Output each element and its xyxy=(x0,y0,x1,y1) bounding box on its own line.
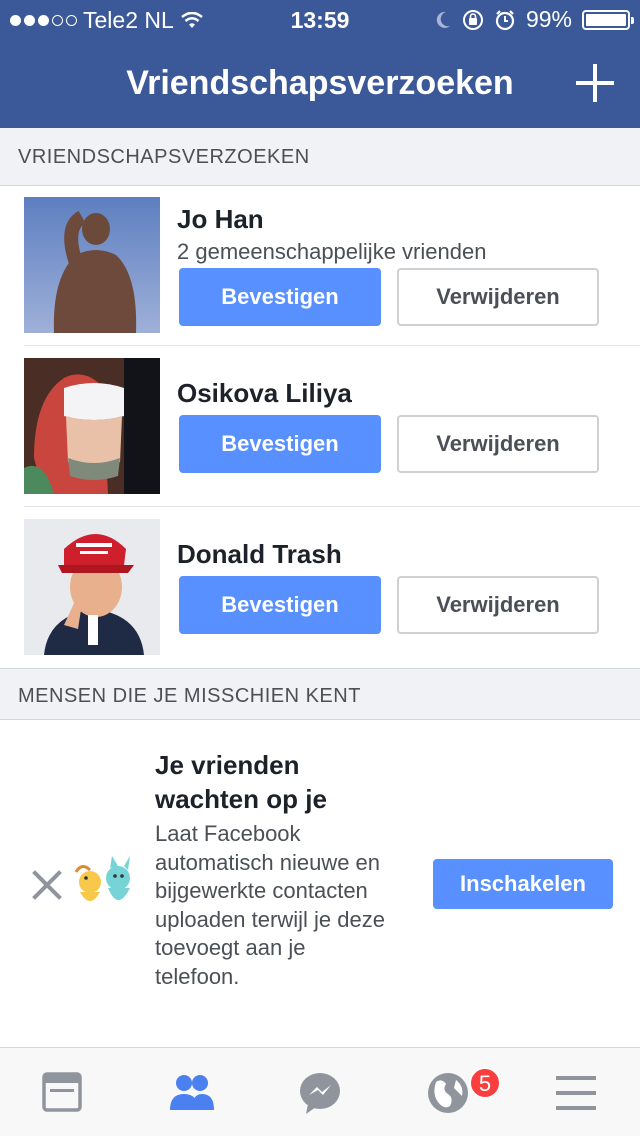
card-title: Je vrienden wachten op je xyxy=(155,750,327,814)
notifications-globe-icon[interactable] xyxy=(418,1068,478,1118)
friends-illustration-icon xyxy=(74,856,130,901)
status-bar: Tele2 NL 13:59 99% xyxy=(0,0,640,40)
page-title: Vriendschapsverzoeken xyxy=(126,64,514,102)
status-right: 99% xyxy=(434,6,634,33)
friend-requests-icon[interactable] xyxy=(162,1068,222,1118)
enable-button[interactable]: Inschakelen xyxy=(433,859,613,909)
friend-request-name[interactable]: Donald Trash xyxy=(177,539,342,570)
messenger-icon[interactable] xyxy=(290,1068,350,1118)
news-feed-icon[interactable] xyxy=(32,1068,92,1118)
friend-request-avatar[interactable] xyxy=(24,358,160,494)
menu-icon[interactable] xyxy=(546,1068,606,1118)
friend-request-avatar[interactable] xyxy=(24,197,160,333)
notifications-badge: 5 xyxy=(469,1067,501,1099)
people-you-may-know-header: MENSEN DIE JE MISSCHIEN KENT xyxy=(0,668,640,720)
moon-icon xyxy=(436,11,450,28)
plus-icon[interactable] xyxy=(576,64,614,102)
mutual-friends-text: 2 gemeenschappelijke vrienden xyxy=(177,239,487,264)
tab-bar xyxy=(0,1047,640,1136)
delete-button[interactable]: Verwijderen xyxy=(397,576,599,634)
confirm-button[interactable]: Bevestigen xyxy=(179,268,381,326)
alarm-icon xyxy=(495,9,515,30)
confirm-button[interactable]: Bevestigen xyxy=(179,415,381,473)
friend-request-name[interactable]: Osikova Liliya xyxy=(177,378,352,409)
close-icon[interactable] xyxy=(32,870,62,900)
contact-upload-card: Je vrienden wachten op je Laat Facebook … xyxy=(0,720,640,1048)
rotation-lock-icon xyxy=(462,9,483,30)
friend-request-name[interactable]: Jo Han xyxy=(177,204,264,235)
battery-icon xyxy=(582,9,634,30)
battery-percent: 99% xyxy=(525,6,572,32)
friend-request-avatar[interactable] xyxy=(24,519,160,655)
delete-button[interactable]: Verwijderen xyxy=(397,415,599,473)
divider xyxy=(24,345,640,346)
friend-requests-section-header: VRIENDSCHAPSVERZOEKEN xyxy=(0,128,640,186)
divider xyxy=(24,506,640,507)
navigation-bar: Tele2 NL 13:59 99% Vriendschapsverzoeken xyxy=(0,0,640,128)
delete-button[interactable]: Verwijderen xyxy=(397,268,599,326)
confirm-button[interactable]: Bevestigen xyxy=(179,576,381,634)
card-description: Laat Facebook automatisch nieuwe en bijg… xyxy=(155,821,385,989)
